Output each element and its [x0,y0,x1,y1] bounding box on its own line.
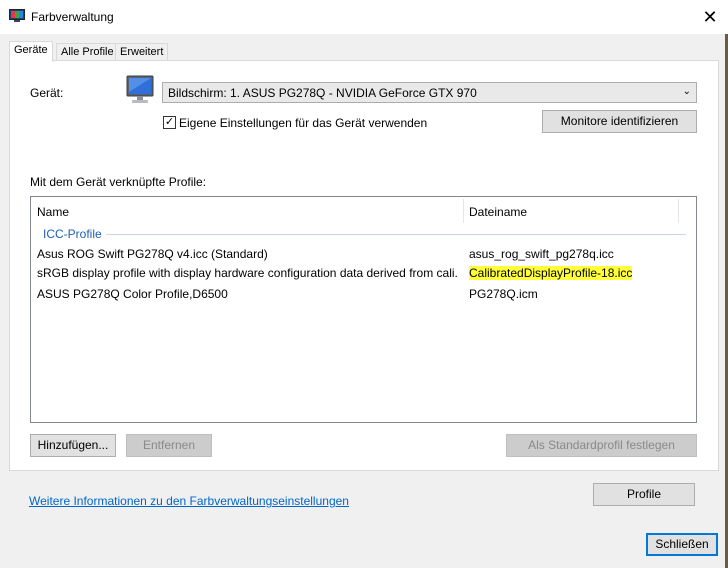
profile-file: PG278Q.icm [469,287,538,301]
column-header-name[interactable]: Name [37,205,69,219]
group-label-icc: ICC-Profile [43,227,102,241]
tab-alle-profile[interactable]: Alle Profile [56,43,119,61]
device-label: Gerät: [30,86,64,100]
profile-file: asus_rog_swift_pg278q.icc [469,247,614,261]
color-management-icon [9,9,25,22]
profile-list[interactable]: Name Dateiname ICC-Profile Asus ROG Swif… [30,196,697,423]
set-default-button[interactable]: Als Standardprofil festlegen [506,434,697,457]
column-header-file[interactable]: Dateiname [469,205,527,219]
tab-geraete[interactable]: Geräte [9,41,53,62]
profile-name: sRGB display profile with display hardwa… [37,266,457,280]
profiles-section-label: Mit dem Gerät verknüpfte Profile: [30,175,207,189]
title-bar: Farbverwaltung ✕ [0,0,728,34]
table-row[interactable]: sRGB display profile with display hardwa… [31,266,696,286]
own-settings-label[interactable]: Eigene Einstellungen für das Gerät verwe… [179,116,427,130]
table-row[interactable]: ASUS PG278Q Color Profile,D6500 PG278Q.i… [31,287,696,307]
tab-erweitert[interactable]: Erweitert [115,43,169,61]
group-divider [106,234,686,235]
profile-button[interactable]: Profile [593,483,695,506]
remove-button[interactable]: Entfernen [126,434,212,457]
column-divider[interactable] [678,199,679,223]
chevron-down-icon: ⌄ [682,86,691,97]
close-window-button[interactable]: ✕ [692,3,728,31]
monitor-icon [126,75,154,103]
close-button[interactable]: Schließen [646,533,718,556]
more-info-link[interactable]: Weitere Informationen zu den Farbverwalt… [29,494,349,508]
profile-name: Asus ROG Swift PG278Q v4.icc (Standard) [37,247,268,261]
column-divider[interactable] [463,199,464,223]
device-dropdown-value: Bildschirm: 1. ASUS PG278Q - NVIDIA GeFo… [168,86,477,100]
device-dropdown[interactable]: Bildschirm: 1. ASUS PG278Q - NVIDIA GeFo… [162,82,697,103]
identify-monitors-button[interactable]: Monitore identifizieren [542,110,697,133]
window-title: Farbverwaltung [31,10,114,24]
table-row[interactable]: Asus ROG Swift PG278Q v4.icc (Standard) … [31,247,696,267]
profile-name: ASUS PG278Q Color Profile,D6500 [37,287,228,301]
add-button[interactable]: Hinzufügen... [30,434,116,457]
own-settings-checkbox[interactable]: ✓ [163,116,176,129]
profile-file: CalibratedDisplayProfile-18.icc [469,266,633,280]
